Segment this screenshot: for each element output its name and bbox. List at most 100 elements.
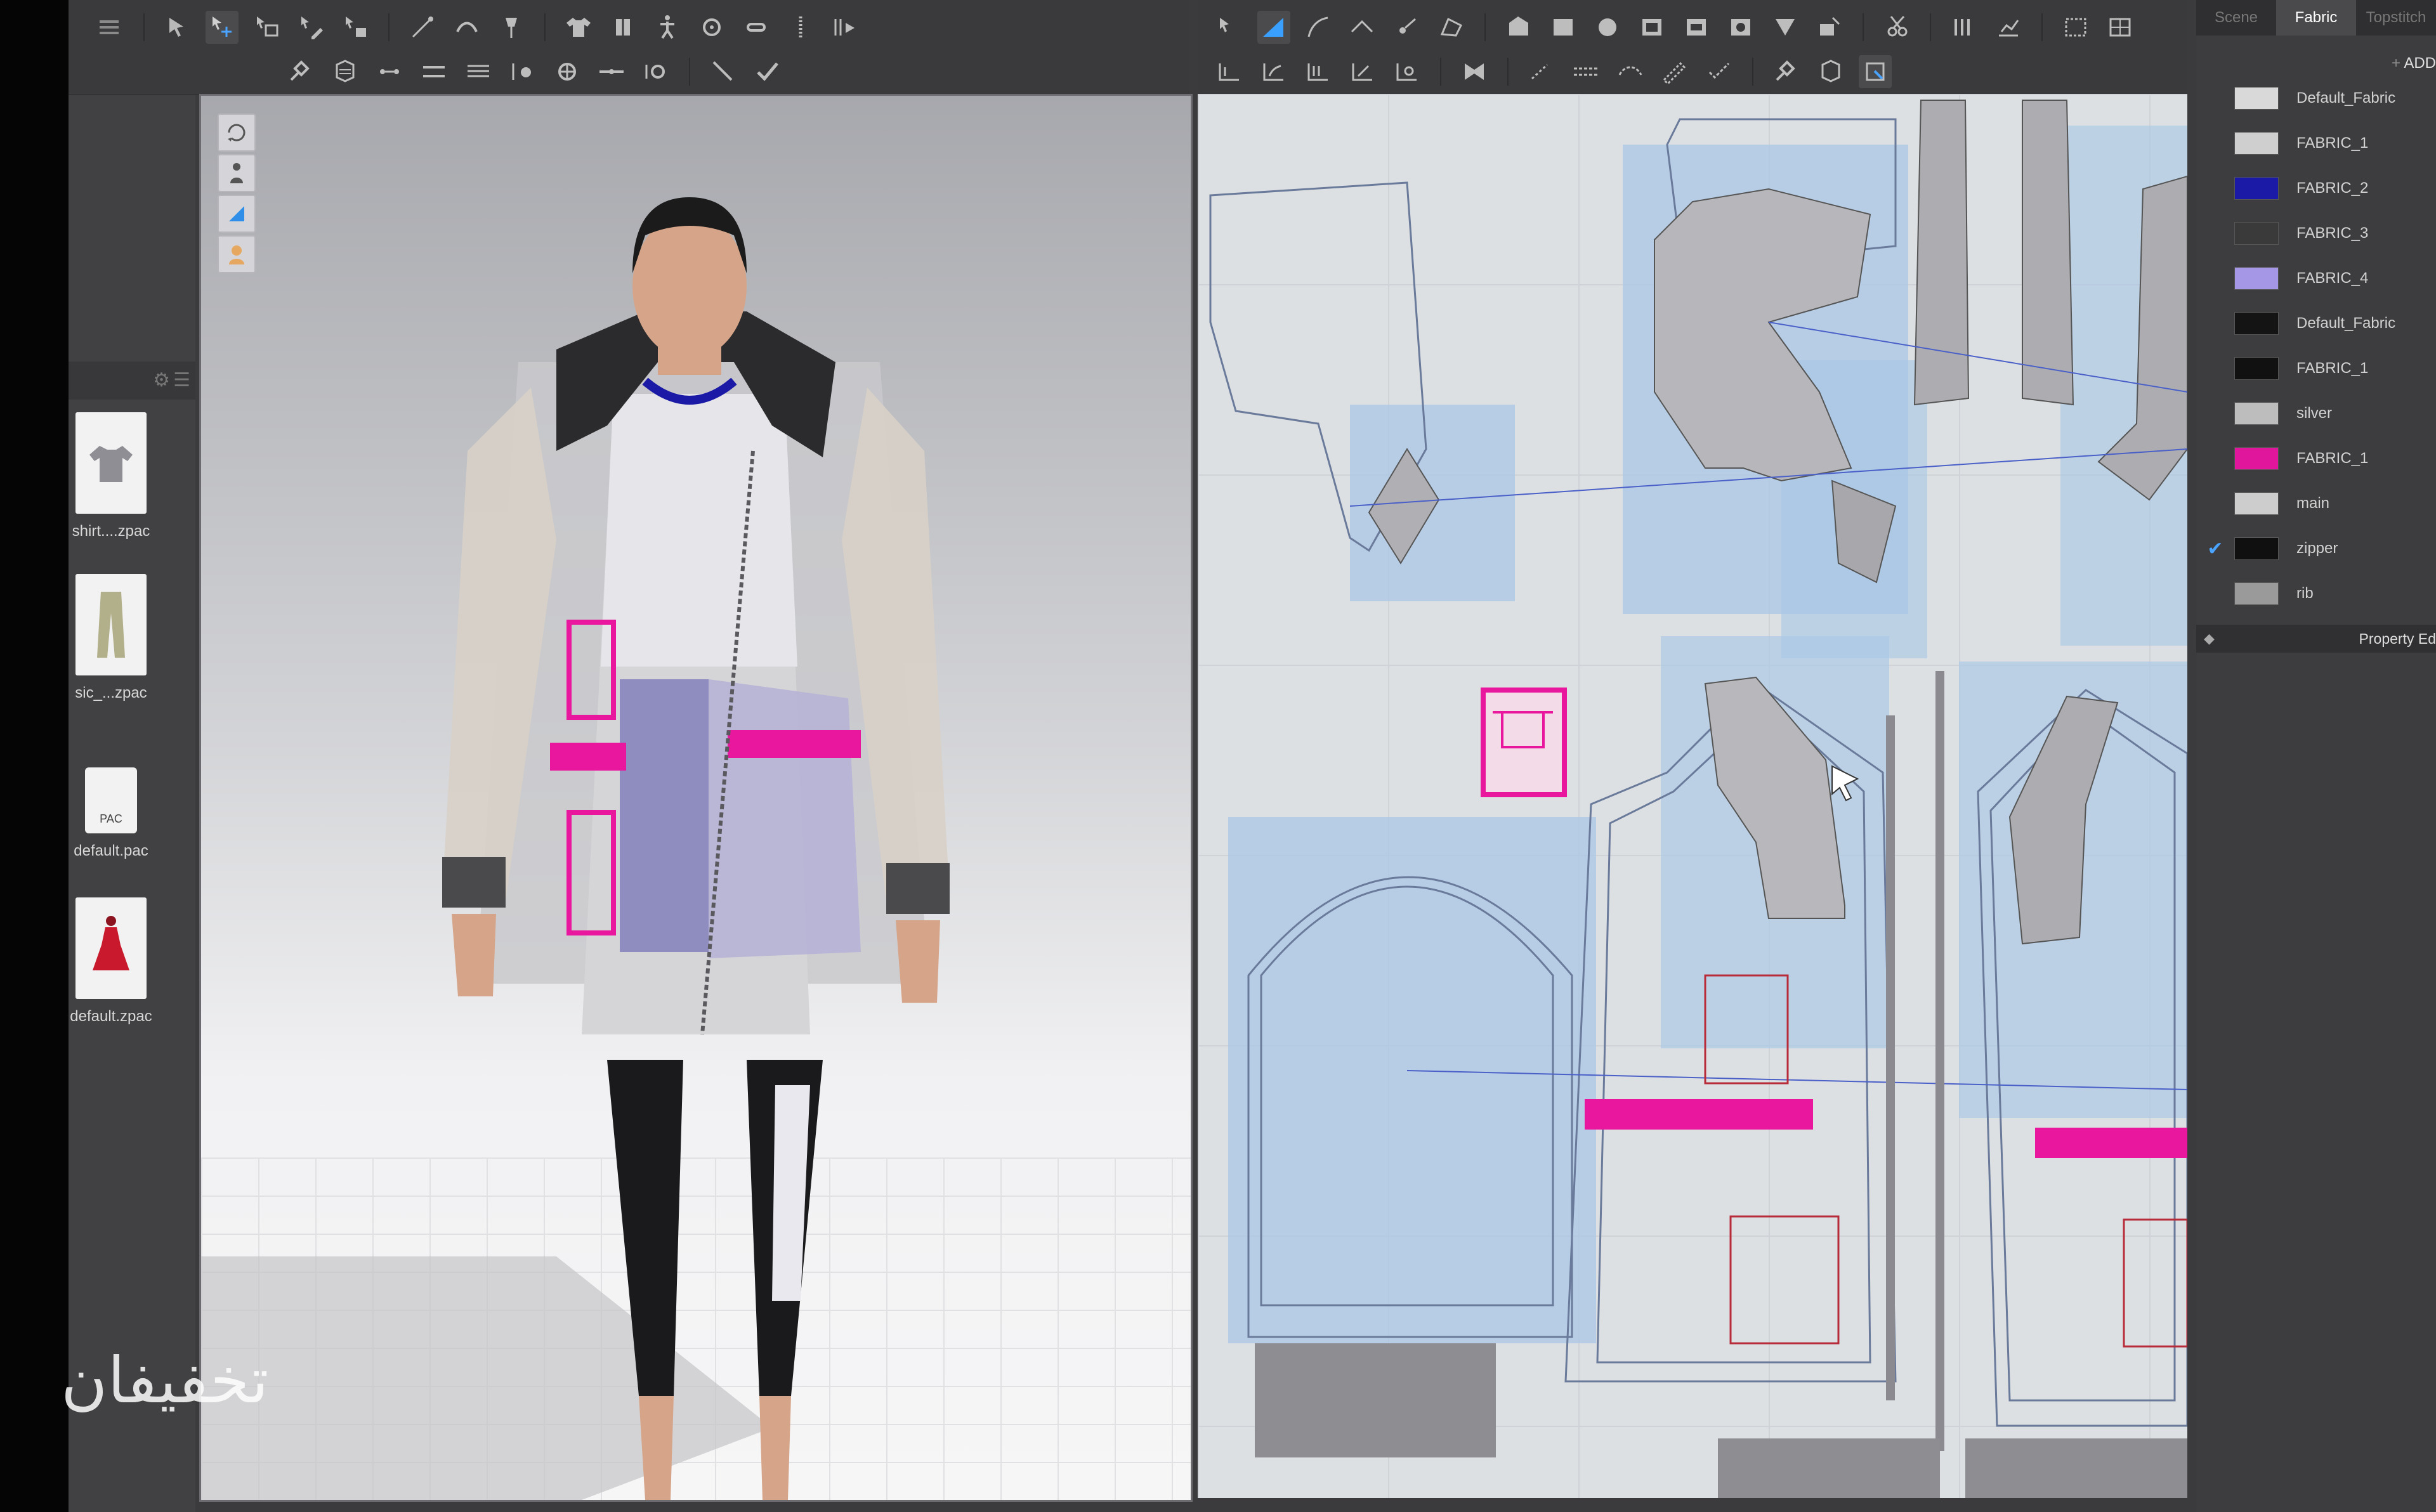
polygon-icon[interactable]	[1435, 11, 1468, 44]
fabric-row[interactable]: ✔ zipper	[2196, 526, 2436, 571]
dart-icon[interactable]	[1769, 11, 1802, 44]
fabric-row[interactable]: Default_Fabric	[2196, 301, 2436, 346]
select-move-icon[interactable]	[161, 11, 194, 44]
shirt-icon[interactable]	[562, 11, 595, 44]
point-measure-icon[interactable]	[639, 55, 672, 88]
avatar-pose-icon[interactable]	[651, 11, 684, 44]
free-topstitch-icon[interactable]	[1614, 55, 1647, 88]
check-sewing-icon[interactable]	[1391, 55, 1424, 88]
fabric-swatch	[2234, 87, 2279, 110]
target-icon[interactable]	[551, 55, 584, 88]
property-editor-header[interactable]: ◆ Property Ed	[2196, 625, 2436, 653]
edit-pattern-icon[interactable]	[294, 11, 327, 44]
strengthen-icon[interactable]	[450, 11, 483, 44]
collapse-arrow-icon[interactable]: ◆	[2204, 625, 2215, 653]
fabric-row[interactable]: FABRIC_2	[2196, 166, 2436, 211]
fabric-swatch	[2234, 222, 2279, 245]
fabric-row[interactable]: FABRIC_1	[2196, 121, 2436, 166]
stitch-line-icon[interactable]	[1569, 55, 1602, 88]
transform-pattern-icon[interactable]	[206, 11, 239, 44]
panel-tabs: Scene Fabric Topstitch	[2196, 0, 2436, 36]
viewport-3d[interactable]	[199, 94, 1193, 1502]
pants-icon	[75, 574, 147, 675]
tab-scene[interactable]: Scene	[2196, 0, 2276, 36]
fabric-name: FABRIC_1	[2296, 360, 2369, 377]
fabric-row[interactable]: Default_Fabric	[2196, 76, 2436, 121]
trace-grid-icon[interactable]	[2104, 11, 2137, 44]
pucker-icon[interactable]	[1703, 55, 1736, 88]
arrange-points-icon[interactable]	[373, 55, 406, 88]
dot-line-icon[interactable]	[1391, 11, 1424, 44]
fabric-row[interactable]: rib	[2196, 571, 2436, 616]
fabric-row[interactable]: main	[2196, 481, 2436, 526]
library-item-pants[interactable]: sic_...zpac	[70, 574, 152, 702]
fabric-swatch	[2234, 582, 2279, 605]
plus-icon: +	[2391, 55, 2400, 72]
edit-topstitch-icon[interactable]	[1658, 55, 1691, 88]
select-pattern-icon[interactable]	[1213, 11, 1246, 44]
rectangle-icon[interactable]	[1547, 11, 1580, 44]
avatar-3d	[201, 197, 950, 1500]
checkmark-icon: ✔	[2207, 538, 2223, 559]
fabric-row[interactable]: FABRIC_4	[2196, 256, 2436, 301]
fabric-row[interactable]: FABRIC_1	[2196, 346, 2436, 391]
pattern-pieces	[1209, 100, 2187, 1498]
tab-fabric[interactable]: Fabric	[2276, 0, 2356, 36]
fabric-swatch	[2234, 267, 2279, 290]
pin-icon[interactable]	[495, 11, 528, 44]
edit-texture-icon[interactable]	[1770, 55, 1803, 88]
notch-icon[interactable]	[1813, 11, 1846, 44]
fabric-name: rib	[2296, 585, 2314, 602]
segment-topstitch-icon[interactable]	[1525, 55, 1558, 88]
internal-circle-icon[interactable]	[1724, 11, 1757, 44]
segment-sewing-icon[interactable]	[1213, 55, 1246, 88]
grade-icon[interactable]	[1992, 11, 2025, 44]
garment-fit-icon[interactable]	[606, 11, 639, 44]
edit-curve-icon[interactable]	[1257, 11, 1290, 44]
library-list-icon[interactable]: ☰	[173, 369, 190, 391]
library-item-label: default.pac	[74, 842, 148, 859]
cut-pattern-icon[interactable]	[1880, 11, 1913, 44]
select-box-icon[interactable]	[250, 11, 283, 44]
house-shape-icon[interactable]	[1502, 11, 1535, 44]
curve-point-icon[interactable]	[1302, 11, 1335, 44]
fabric-texture-icon[interactable]	[329, 55, 362, 88]
zipper-icon[interactable]	[784, 11, 817, 44]
free-sewing-icon[interactable]	[1257, 55, 1290, 88]
fabric-row[interactable]: silver	[2196, 391, 2436, 436]
library-item-shirt[interactable]: shirt....zpac	[70, 412, 152, 540]
library-item-dress[interactable]: default.zpac	[70, 897, 152, 1026]
fold-arrangement-icon[interactable]	[339, 11, 372, 44]
menu-grip-icon[interactable]	[94, 11, 127, 44]
internal-rect-icon[interactable]	[1635, 11, 1668, 44]
measure-icon[interactable]	[417, 55, 450, 88]
fabric-row[interactable]: FABRIC_3	[2196, 211, 2436, 256]
circle-icon[interactable]	[1591, 11, 1624, 44]
tools-menu-icon[interactable]	[284, 55, 317, 88]
internal-shape-icon[interactable]	[1680, 11, 1713, 44]
seam-allowance-icon[interactable]	[1948, 11, 1981, 44]
tshirt-icon	[75, 412, 147, 514]
texture-transform-icon[interactable]	[1859, 55, 1892, 88]
viewport-2d-pattern[interactable]	[1198, 94, 2187, 1498]
library-settings-icon[interactable]: ⚙	[153, 369, 170, 391]
edit-sewing-icon[interactable]	[1346, 55, 1379, 88]
point-icon[interactable]	[506, 55, 539, 88]
fabric-row[interactable]: FABRIC_1	[2196, 436, 2436, 481]
texture-fabric-icon[interactable]	[1814, 55, 1847, 88]
library-item-default-pac[interactable]: PAC default.pac	[70, 767, 152, 860]
line-icon[interactable]	[595, 55, 628, 88]
button-icon[interactable]	[695, 11, 728, 44]
add-point-icon[interactable]	[1346, 11, 1379, 44]
trace-icon[interactable]	[2059, 11, 2092, 44]
topstitch-icon[interactable]	[1458, 55, 1491, 88]
buttonhole-icon[interactable]	[740, 11, 773, 44]
check-tool-icon[interactable]	[751, 55, 784, 88]
puckering-icon[interactable]	[828, 11, 861, 44]
n-to-n-sewing-icon[interactable]	[1302, 55, 1335, 88]
add-fabric-button[interactable]: + ADD	[2392, 55, 2436, 72]
tack-icon[interactable]	[406, 11, 439, 44]
align-icon[interactable]	[462, 55, 495, 88]
tab-topstitch[interactable]: Topstitch	[2356, 0, 2436, 36]
brush-icon[interactable]	[707, 55, 740, 88]
